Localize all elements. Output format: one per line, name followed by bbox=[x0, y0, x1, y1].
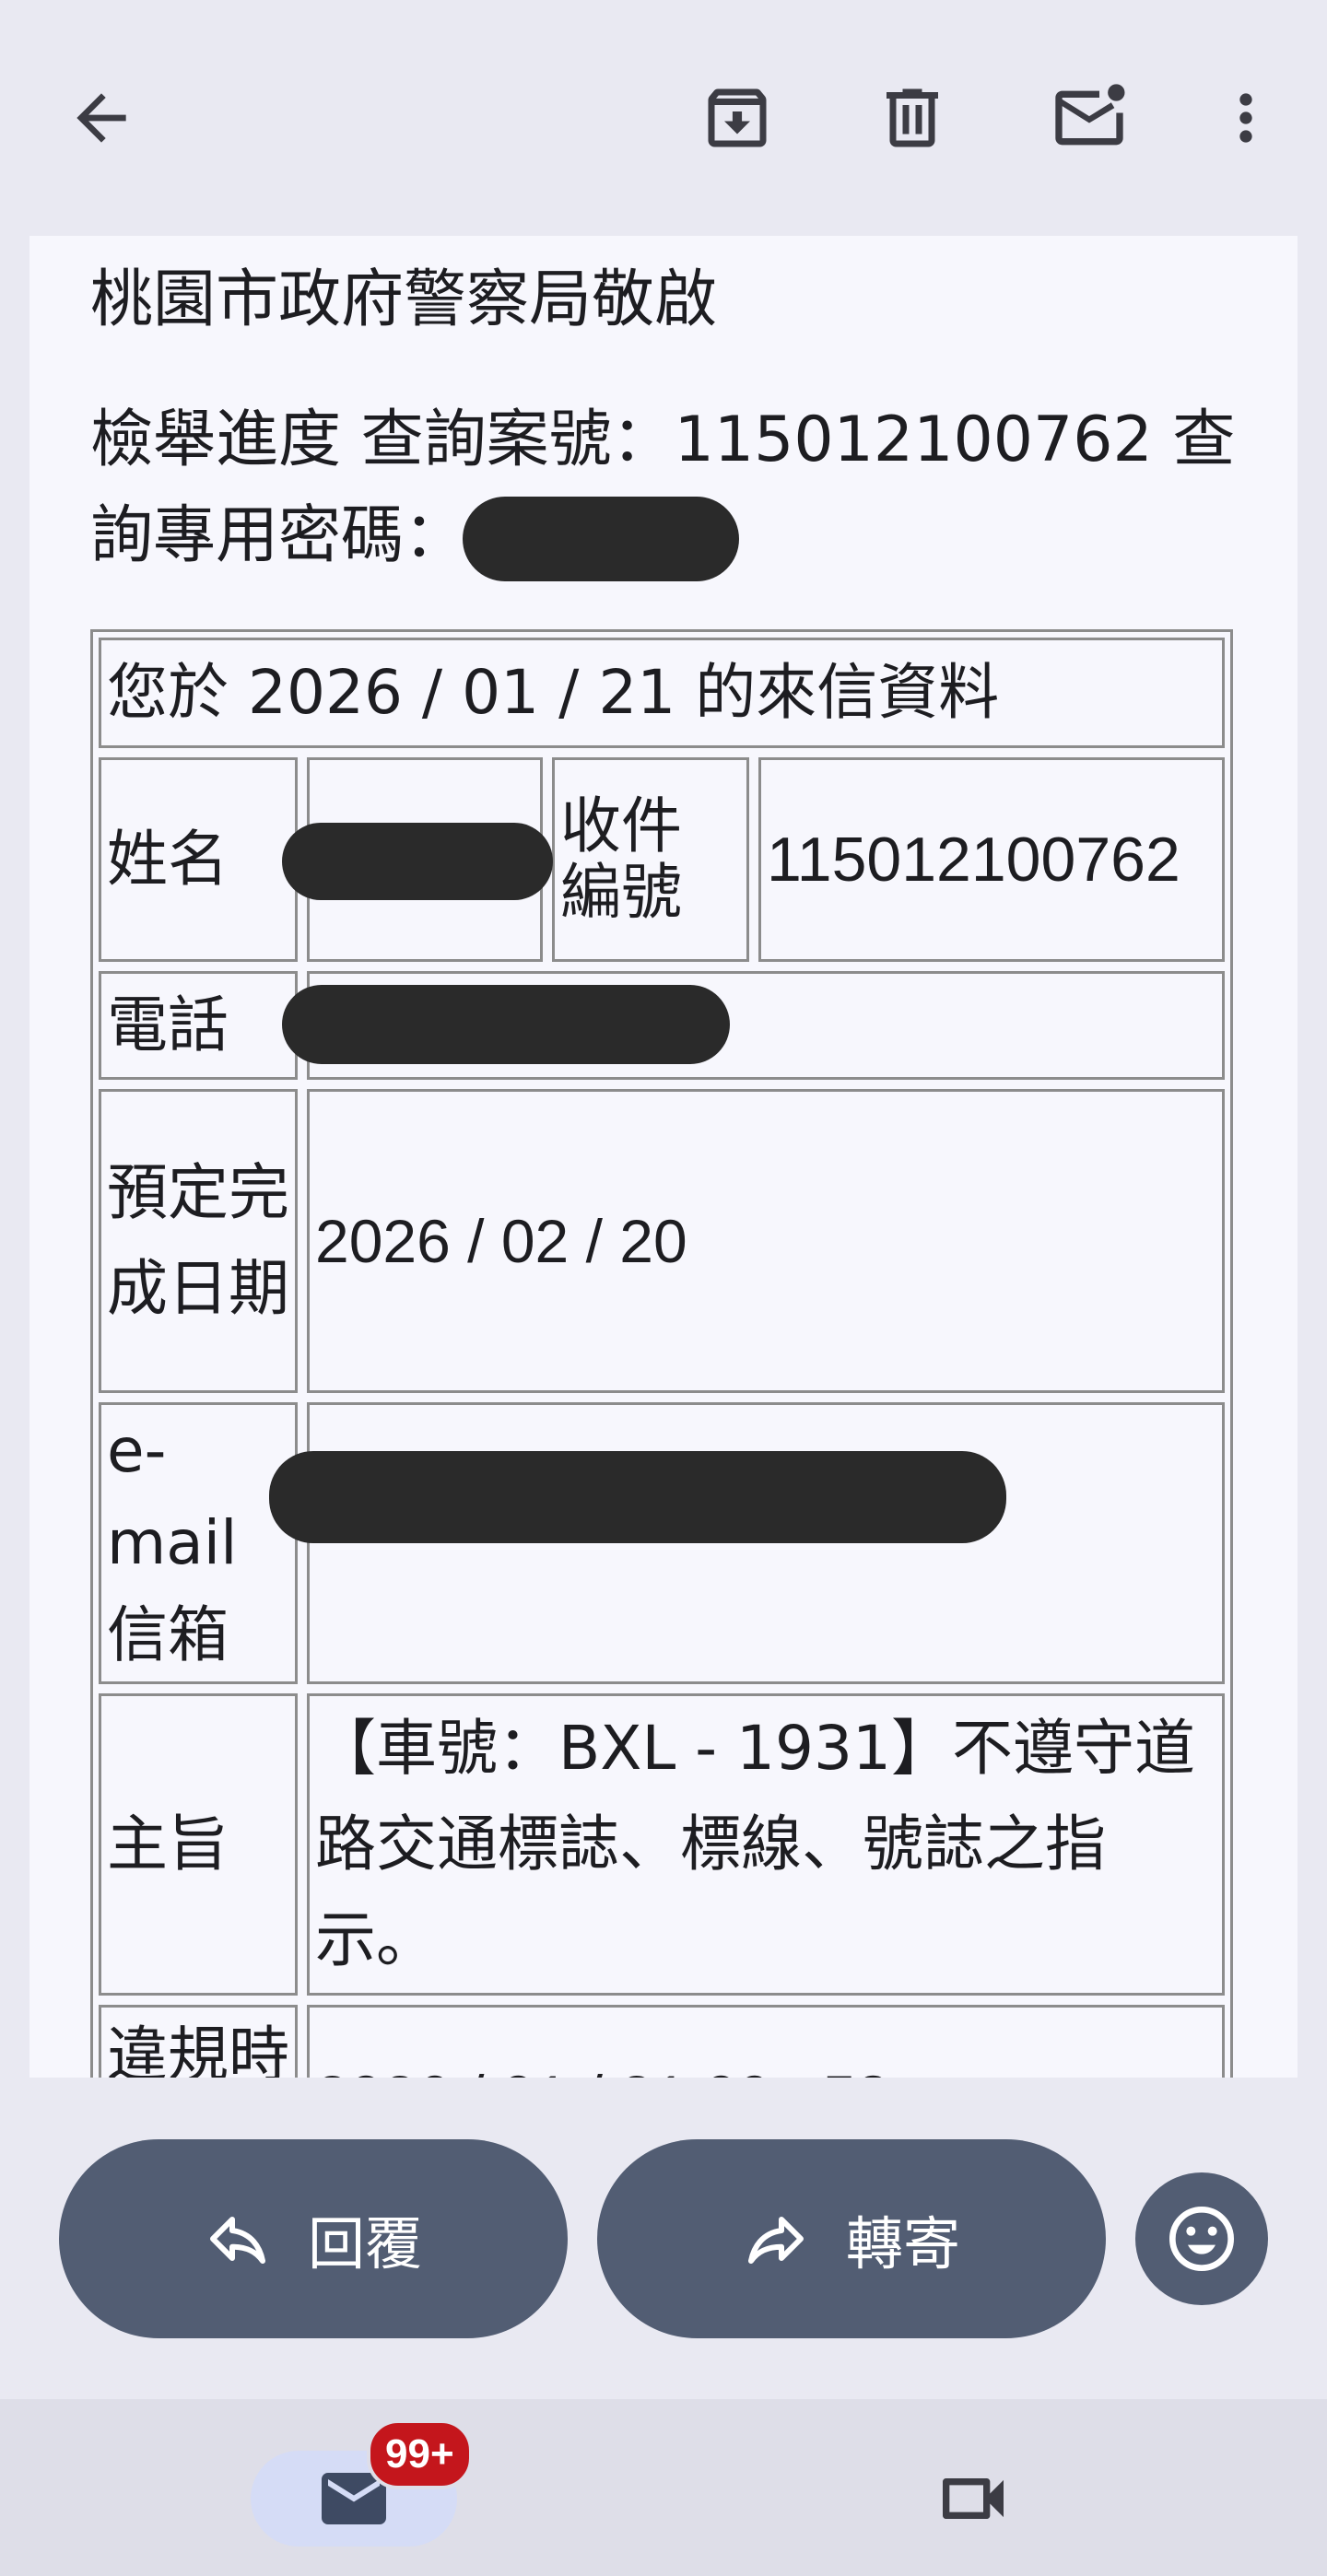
due-date-value: 2026 / 02 / 20 bbox=[307, 1089, 1225, 1393]
trash-icon[interactable] bbox=[868, 74, 957, 162]
email-value bbox=[269, 1402, 1225, 1684]
forward-label: 轉寄 bbox=[845, 2210, 960, 2277]
emoji-reaction-button[interactable] bbox=[1135, 2172, 1268, 2305]
forward-icon bbox=[743, 2206, 809, 2272]
video-camera-icon[interactable] bbox=[929, 2454, 1017, 2543]
top-app-bar bbox=[0, 0, 1327, 236]
reply-label: 回覆 bbox=[307, 2210, 422, 2277]
phone-value bbox=[282, 971, 1225, 1080]
reply-icon bbox=[205, 2206, 271, 2272]
receipt-label: 收件編號 bbox=[552, 757, 749, 962]
forward-button[interactable]: 轉寄 bbox=[597, 2139, 1106, 2338]
redacted-name bbox=[282, 823, 553, 900]
archive-icon[interactable] bbox=[693, 74, 781, 162]
table-header: 您於 2026 / 01 / 21 的來信資料 bbox=[99, 638, 1225, 748]
redacted-email bbox=[269, 1451, 1006, 1543]
email-body: 桃園市政府警察局敬啟 檢舉進度 查詢案號：115012100762 查詢專用密碼… bbox=[29, 236, 1298, 2078]
email-label: e-mail信箱 bbox=[99, 1402, 298, 1684]
violation-time-label: 違規時間 bbox=[99, 2005, 298, 2078]
violation-time-value: 2026 / 01 / 21 09 : 53 bbox=[307, 2005, 1225, 2078]
name-value bbox=[282, 757, 553, 962]
case-table: 您於 2026 / 01 / 21 的來信資料 姓名 收件編號 11501210… bbox=[90, 629, 1233, 2078]
more-vert-icon[interactable] bbox=[1202, 74, 1290, 162]
phone-label: 電話 bbox=[99, 971, 298, 1080]
emoji-icon bbox=[1169, 2207, 1234, 2271]
mark-unread-icon[interactable] bbox=[1045, 74, 1133, 162]
greeting-text: 桃園市政府警察局敬啟 bbox=[90, 263, 718, 336]
arrow-back-icon[interactable] bbox=[57, 74, 146, 162]
redacted-phone bbox=[282, 985, 730, 1064]
receipt-number: 115012100762 bbox=[758, 757, 1225, 962]
due-date-label: 預定完成日期 bbox=[99, 1089, 298, 1393]
subject-label: 主旨 bbox=[99, 1693, 298, 1996]
name-label: 姓名 bbox=[99, 757, 298, 962]
progress-text: 檢舉進度 查詢案號：115012100762 查詢專用密碼： bbox=[90, 392, 1279, 584]
unread-count-badge: 99+ bbox=[367, 2419, 473, 2489]
subject-value: 【車號：BXL - 1931】不遵守道路交通標誌、標線、號誌之指示。 bbox=[307, 1693, 1225, 1996]
reply-button[interactable]: 回覆 bbox=[59, 2139, 568, 2338]
redacted-password bbox=[463, 497, 740, 582]
bottom-navigation: 99+ bbox=[0, 2399, 1327, 2576]
